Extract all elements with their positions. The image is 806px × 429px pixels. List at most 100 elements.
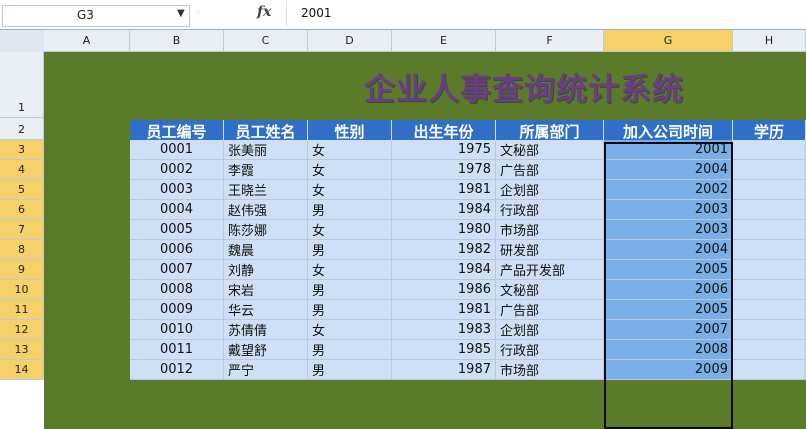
cell-c9[interactable]: 刘静 <box>224 260 308 280</box>
cell-c5[interactable]: 王晓兰 <box>224 180 308 200</box>
header-employee-name[interactable]: 员工姓名 <box>224 120 308 142</box>
cell-e10[interactable]: 1986 <box>392 280 496 300</box>
cell-b11[interactable]: 0009 <box>130 300 224 320</box>
cell-h9[interactable] <box>733 260 806 280</box>
row-header-11[interactable]: 11 <box>0 300 44 320</box>
row-header-6[interactable]: 6 <box>0 200 44 220</box>
cell-g3[interactable]: 2001 <box>604 140 733 160</box>
cell-e6[interactable]: 1984 <box>392 200 496 220</box>
cell-f7[interactable]: 市场部 <box>496 220 604 240</box>
chevron-down-icon[interactable]: ▼ <box>177 8 185 19</box>
column-header-d[interactable]: D <box>308 30 392 52</box>
row-header-12[interactable]: 12 <box>0 320 44 340</box>
column-header-g[interactable]: G <box>604 30 733 52</box>
header-gender[interactable]: 性别 <box>308 120 392 142</box>
column-header-c[interactable]: C <box>224 30 308 52</box>
cell-f8[interactable]: 研发部 <box>496 240 604 260</box>
row-header-1[interactable]: 1 <box>0 52 44 118</box>
worksheet[interactable]: 企业人事查询统计系统 员工编号 员工姓名 性别 出生年份 所属部门 加入公司时间… <box>44 52 806 429</box>
cell-b12[interactable]: 0010 <box>130 320 224 340</box>
cell-d3[interactable]: 女 <box>308 140 392 160</box>
cell-e9[interactable]: 1984 <box>392 260 496 280</box>
formula-value[interactable]: 2001 <box>301 6 332 20</box>
cell-h13[interactable] <box>733 340 806 360</box>
cell-f5[interactable]: 企划部 <box>496 180 604 200</box>
cell-c14[interactable]: 严宁 <box>224 360 308 380</box>
cell-f9[interactable]: 产品开发部 <box>496 260 604 280</box>
cell-d6[interactable]: 男 <box>308 200 392 220</box>
cell-f13[interactable]: 行政部 <box>496 340 604 360</box>
cell-c10[interactable]: 宋岩 <box>224 280 308 300</box>
cell-g12[interactable]: 2007 <box>604 320 733 340</box>
row-header-3[interactable]: 3 <box>0 140 44 160</box>
header-birth-year[interactable]: 出生年份 <box>392 120 496 142</box>
cell-d13[interactable]: 男 <box>308 340 392 360</box>
cell-h4[interactable] <box>733 160 806 180</box>
insert-function-icon[interactable]: fx <box>257 4 271 20</box>
cell-b13[interactable]: 0011 <box>130 340 224 360</box>
cell-e14[interactable]: 1987 <box>392 360 496 380</box>
cell-c11[interactable]: 华云 <box>224 300 308 320</box>
name-box-value[interactable]: G3 <box>77 8 94 22</box>
cell-d12[interactable]: 女 <box>308 320 392 340</box>
cell-c13[interactable]: 戴望舒 <box>224 340 308 360</box>
cell-h11[interactable] <box>733 300 806 320</box>
header-education[interactable]: 学历 <box>733 120 806 142</box>
cell-g6[interactable]: 2003 <box>604 200 733 220</box>
select-all-corner[interactable] <box>0 30 45 53</box>
cell-f11[interactable]: 广告部 <box>496 300 604 320</box>
column-header-a[interactable]: A <box>44 30 130 52</box>
cell-g14[interactable]: 2009 <box>604 360 733 380</box>
cell-b3[interactable]: 0001 <box>130 140 224 160</box>
column-header-f[interactable]: F <box>496 30 604 52</box>
header-employee-id[interactable]: 员工编号 <box>130 120 224 142</box>
cell-e8[interactable]: 1982 <box>392 240 496 260</box>
column-header-h[interactable]: H <box>733 30 806 52</box>
cell-f14[interactable]: 市场部 <box>496 360 604 380</box>
cell-d8[interactable]: 男 <box>308 240 392 260</box>
cell-d11[interactable]: 男 <box>308 300 392 320</box>
header-join-year[interactable]: 加入公司时间 <box>604 120 733 142</box>
cell-h8[interactable] <box>733 240 806 260</box>
row-header-7[interactable]: 7 <box>0 220 44 240</box>
name-box[interactable]: G3 ▼ <box>2 5 190 27</box>
cell-c3[interactable]: 张美丽 <box>224 140 308 160</box>
cell-e5[interactable]: 1981 <box>392 180 496 200</box>
cell-b7[interactable]: 0005 <box>130 220 224 240</box>
cell-h10[interactable] <box>733 280 806 300</box>
cell-d10[interactable]: 男 <box>308 280 392 300</box>
cell-c6[interactable]: 赵伟强 <box>224 200 308 220</box>
cell-c7[interactable]: 陈莎娜 <box>224 220 308 240</box>
cell-h12[interactable] <box>733 320 806 340</box>
cell-f3[interactable]: 文秘部 <box>496 140 604 160</box>
cell-b5[interactable]: 0003 <box>130 180 224 200</box>
cell-d5[interactable]: 女 <box>308 180 392 200</box>
cell-d7[interactable]: 女 <box>308 220 392 240</box>
row-header-5[interactable]: 5 <box>0 180 44 200</box>
cell-f12[interactable]: 企划部 <box>496 320 604 340</box>
cell-e11[interactable]: 1981 <box>392 300 496 320</box>
cell-d4[interactable]: 女 <box>308 160 392 180</box>
cell-h5[interactable] <box>733 180 806 200</box>
cell-d14[interactable]: 男 <box>308 360 392 380</box>
cell-h7[interactable] <box>733 220 806 240</box>
cell-g11[interactable]: 2005 <box>604 300 733 320</box>
row-header-8[interactable]: 8 <box>0 240 44 260</box>
cell-e13[interactable]: 1985 <box>392 340 496 360</box>
column-header-b[interactable]: B <box>130 30 224 52</box>
row-header-10[interactable]: 10 <box>0 280 44 300</box>
cell-f4[interactable]: 广告部 <box>496 160 604 180</box>
row-header-13[interactable]: 13 <box>0 340 44 360</box>
cell-b8[interactable]: 0006 <box>130 240 224 260</box>
row-header-9[interactable]: 9 <box>0 260 44 280</box>
cell-h3[interactable] <box>733 140 806 160</box>
column-header-e[interactable]: E <box>392 30 496 52</box>
cell-g13[interactable]: 2008 <box>604 340 733 360</box>
cell-c12[interactable]: 苏倩倩 <box>224 320 308 340</box>
cell-f6[interactable]: 行政部 <box>496 200 604 220</box>
cell-h14[interactable] <box>733 360 806 380</box>
cell-e12[interactable]: 1983 <box>392 320 496 340</box>
cell-c4[interactable]: 李霞 <box>224 160 308 180</box>
row-header-4[interactable]: 4 <box>0 160 44 180</box>
cell-b9[interactable]: 0007 <box>130 260 224 280</box>
